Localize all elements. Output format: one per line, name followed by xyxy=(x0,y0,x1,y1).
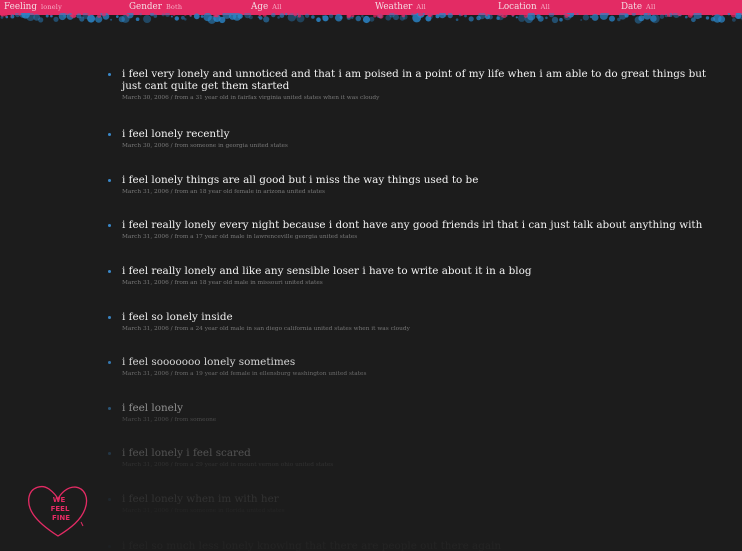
feeling-text[interactable]: i feel really lonely every night because… xyxy=(122,219,722,231)
entry-dot xyxy=(108,224,111,227)
feeling-text[interactable]: i feel sooooooo lonely sometimes xyxy=(122,356,722,368)
feeling-meta: March 31, 2006 / from a 17 year old male… xyxy=(122,234,358,240)
we-feel-fine-logo[interactable]: WE FEEL FINE xyxy=(25,484,91,538)
entry-dot xyxy=(108,73,111,76)
feeling-text[interactable]: i feel lonely i feel scared xyxy=(122,447,722,459)
logo-word-2: FEEL xyxy=(51,505,70,513)
feeling-meta: March 31, 2006 / from a 24 year old male… xyxy=(122,326,410,332)
entry-dot xyxy=(108,407,111,410)
feeling-meta: March 31, 2006 / from an 18 year old fem… xyxy=(122,189,325,195)
feeling-meta: March 31, 2006 / from someone in florida… xyxy=(122,508,285,514)
entry-dot xyxy=(108,498,111,501)
app-window: Feeling lonely Gender Both Age All Weather A… xyxy=(0,0,742,551)
entry-dot xyxy=(108,179,111,182)
feeling-text[interactable]: i feel really lonely and like any sensib… xyxy=(122,265,722,277)
logo-word-3: FINE xyxy=(52,514,70,522)
entry-dot xyxy=(108,545,111,548)
feeling-text[interactable]: i feel so lonely inside xyxy=(122,311,722,323)
entry-dot xyxy=(108,133,111,136)
feeling-text[interactable]: i feel lonely xyxy=(122,402,722,414)
feeling-meta: March 30, 2006 / from a 31 year old in f… xyxy=(122,95,380,101)
feeling-text[interactable]: i feel so much less lonely knowing that … xyxy=(122,540,722,551)
entry-dot xyxy=(108,361,111,364)
feeling-text[interactable]: i feel very lonely and unnoticed and tha… xyxy=(122,68,722,92)
entry-dot xyxy=(108,270,111,273)
logo-word-1: WE xyxy=(53,496,66,504)
entry-dot xyxy=(108,452,111,455)
feelings-feed: i feel very lonely and unnoticed and tha… xyxy=(0,0,742,551)
feeling-meta: March 31, 2006 / from a 19 year old fema… xyxy=(122,371,367,377)
feeling-meta: March 31, 2006 / from a 29 year old in m… xyxy=(122,462,334,468)
feeling-meta: March 31, 2006 / from someone xyxy=(122,417,217,423)
entry-dot xyxy=(108,316,111,319)
feeling-text[interactable]: i feel lonely things are all good but i … xyxy=(122,174,722,186)
feeling-meta: March 30, 2006 / from someone in georgia… xyxy=(122,143,288,149)
feeling-meta: March 31, 2006 / from an 18 year old mal… xyxy=(122,280,323,286)
feeling-text[interactable]: i feel lonely when im with her xyxy=(122,493,722,505)
feeling-text[interactable]: i feel lonely recently xyxy=(122,128,722,140)
heart-tick xyxy=(80,521,84,527)
